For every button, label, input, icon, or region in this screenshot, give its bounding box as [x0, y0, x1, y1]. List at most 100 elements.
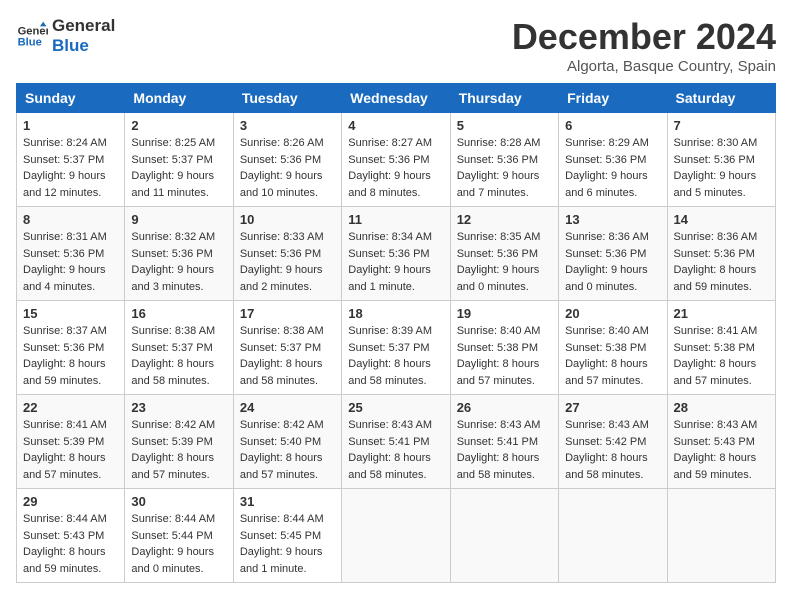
day-info: Sunrise: 8:31 AM Sunset: 5:36 PM Dayligh…: [23, 229, 118, 295]
sunrise-label: Sunrise: 8:36 AM: [674, 231, 758, 243]
sunrise-label: Sunrise: 8:40 AM: [565, 325, 649, 337]
calendar-cell: 3 Sunrise: 8:26 AM Sunset: 5:36 PM Dayli…: [233, 113, 341, 207]
day-info: Sunrise: 8:36 AM Sunset: 5:36 PM Dayligh…: [565, 229, 660, 295]
day-info: Sunrise: 8:25 AM Sunset: 5:37 PM Dayligh…: [131, 135, 226, 201]
calendar-cell: 20 Sunrise: 8:40 AM Sunset: 5:38 PM Dayl…: [559, 301, 667, 395]
daylight-label: Daylight: 9 hours and 8 minutes.: [348, 170, 431, 199]
daylight-label: Daylight: 8 hours and 57 minutes.: [23, 452, 106, 481]
sunset-label: Sunset: 5:43 PM: [674, 436, 755, 448]
calendar-cell: 28 Sunrise: 8:43 AM Sunset: 5:43 PM Dayl…: [667, 395, 775, 489]
col-monday: Monday: [125, 84, 233, 113]
day-number: 30: [131, 494, 226, 509]
sunset-label: Sunset: 5:36 PM: [674, 248, 755, 260]
day-info: Sunrise: 8:34 AM Sunset: 5:36 PM Dayligh…: [348, 229, 443, 295]
calendar-cell: 6 Sunrise: 8:29 AM Sunset: 5:36 PM Dayli…: [559, 113, 667, 207]
calendar-cell: 18 Sunrise: 8:39 AM Sunset: 5:37 PM Dayl…: [342, 301, 450, 395]
calendar-cell: 15 Sunrise: 8:37 AM Sunset: 5:36 PM Dayl…: [17, 301, 125, 395]
calendar-cell: [667, 489, 775, 583]
day-number: 14: [674, 212, 769, 227]
location-title: Algorta, Basque Country, Spain: [512, 58, 776, 75]
day-info: Sunrise: 8:40 AM Sunset: 5:38 PM Dayligh…: [457, 323, 552, 389]
sunset-label: Sunset: 5:36 PM: [240, 154, 321, 166]
sunrise-label: Sunrise: 8:43 AM: [348, 419, 432, 431]
day-number: 12: [457, 212, 552, 227]
sunset-label: Sunset: 5:40 PM: [240, 436, 321, 448]
sunset-label: Sunset: 5:36 PM: [565, 154, 646, 166]
day-number: 15: [23, 306, 118, 321]
sunrise-label: Sunrise: 8:41 AM: [23, 419, 107, 431]
daylight-label: Daylight: 9 hours and 5 minutes.: [674, 170, 757, 199]
day-number: 2: [131, 118, 226, 133]
day-info: Sunrise: 8:24 AM Sunset: 5:37 PM Dayligh…: [23, 135, 118, 201]
daylight-label: Daylight: 9 hours and 0 minutes.: [565, 264, 648, 293]
day-number: 1: [23, 118, 118, 133]
calendar-cell: 2 Sunrise: 8:25 AM Sunset: 5:37 PM Dayli…: [125, 113, 233, 207]
sunset-label: Sunset: 5:41 PM: [348, 436, 429, 448]
day-info: Sunrise: 8:38 AM Sunset: 5:37 PM Dayligh…: [131, 323, 226, 389]
daylight-label: Daylight: 9 hours and 1 minute.: [348, 264, 431, 293]
sunrise-label: Sunrise: 8:43 AM: [457, 419, 541, 431]
svg-text:Blue: Blue: [18, 37, 42, 49]
sunset-label: Sunset: 5:36 PM: [240, 248, 321, 260]
calendar-cell: 19 Sunrise: 8:40 AM Sunset: 5:38 PM Dayl…: [450, 301, 558, 395]
daylight-label: Daylight: 9 hours and 1 minute.: [240, 546, 323, 575]
sunrise-label: Sunrise: 8:28 AM: [457, 137, 541, 149]
sunset-label: Sunset: 5:36 PM: [23, 248, 104, 260]
calendar-cell: 25 Sunrise: 8:43 AM Sunset: 5:41 PM Dayl…: [342, 395, 450, 489]
calendar-cell: 8 Sunrise: 8:31 AM Sunset: 5:36 PM Dayli…: [17, 207, 125, 301]
daylight-label: Daylight: 8 hours and 59 minutes.: [674, 452, 757, 481]
day-number: 16: [131, 306, 226, 321]
sunset-label: Sunset: 5:42 PM: [565, 436, 646, 448]
day-info: Sunrise: 8:36 AM Sunset: 5:36 PM Dayligh…: [674, 229, 769, 295]
day-info: Sunrise: 8:42 AM Sunset: 5:40 PM Dayligh…: [240, 417, 335, 483]
sunrise-label: Sunrise: 8:43 AM: [565, 419, 649, 431]
sunrise-label: Sunrise: 8:32 AM: [131, 231, 215, 243]
day-number: 21: [674, 306, 769, 321]
daylight-label: Daylight: 8 hours and 58 minutes.: [348, 452, 431, 481]
sunrise-label: Sunrise: 8:25 AM: [131, 137, 215, 149]
calendar-cell: 24 Sunrise: 8:42 AM Sunset: 5:40 PM Dayl…: [233, 395, 341, 489]
col-sunday: Sunday: [17, 84, 125, 113]
day-info: Sunrise: 8:26 AM Sunset: 5:36 PM Dayligh…: [240, 135, 335, 201]
calendar-week-3: 15 Sunrise: 8:37 AM Sunset: 5:36 PM Dayl…: [17, 301, 776, 395]
daylight-label: Daylight: 9 hours and 6 minutes.: [565, 170, 648, 199]
logo-line1: General: [52, 16, 115, 36]
day-number: 19: [457, 306, 552, 321]
sunset-label: Sunset: 5:37 PM: [131, 342, 212, 354]
day-info: Sunrise: 8:29 AM Sunset: 5:36 PM Dayligh…: [565, 135, 660, 201]
sunrise-label: Sunrise: 8:43 AM: [674, 419, 758, 431]
day-info: Sunrise: 8:35 AM Sunset: 5:36 PM Dayligh…: [457, 229, 552, 295]
calendar-cell: 4 Sunrise: 8:27 AM Sunset: 5:36 PM Dayli…: [342, 113, 450, 207]
day-number: 10: [240, 212, 335, 227]
sunrise-label: Sunrise: 8:34 AM: [348, 231, 432, 243]
sunrise-label: Sunrise: 8:44 AM: [23, 513, 107, 525]
day-number: 18: [348, 306, 443, 321]
sunset-label: Sunset: 5:36 PM: [348, 248, 429, 260]
col-friday: Friday: [559, 84, 667, 113]
daylight-label: Daylight: 8 hours and 57 minutes.: [131, 452, 214, 481]
logo: General Blue General Blue: [16, 16, 115, 57]
day-number: 9: [131, 212, 226, 227]
day-info: Sunrise: 8:44 AM Sunset: 5:44 PM Dayligh…: [131, 511, 226, 577]
sunset-label: Sunset: 5:36 PM: [23, 342, 104, 354]
sunset-label: Sunset: 5:38 PM: [457, 342, 538, 354]
calendar-cell: [559, 489, 667, 583]
daylight-label: Daylight: 9 hours and 2 minutes.: [240, 264, 323, 293]
day-number: 11: [348, 212, 443, 227]
sunset-label: Sunset: 5:44 PM: [131, 530, 212, 542]
sunrise-label: Sunrise: 8:42 AM: [131, 419, 215, 431]
day-info: Sunrise: 8:44 AM Sunset: 5:45 PM Dayligh…: [240, 511, 335, 577]
daylight-label: Daylight: 8 hours and 59 minutes.: [23, 546, 106, 575]
sunset-label: Sunset: 5:38 PM: [674, 342, 755, 354]
daylight-label: Daylight: 9 hours and 12 minutes.: [23, 170, 106, 199]
daylight-label: Daylight: 9 hours and 10 minutes.: [240, 170, 323, 199]
calendar-cell: [450, 489, 558, 583]
calendar-week-1: 1 Sunrise: 8:24 AM Sunset: 5:37 PM Dayli…: [17, 113, 776, 207]
day-info: Sunrise: 8:43 AM Sunset: 5:43 PM Dayligh…: [674, 417, 769, 483]
calendar-cell: 11 Sunrise: 8:34 AM Sunset: 5:36 PM Dayl…: [342, 207, 450, 301]
col-thursday: Thursday: [450, 84, 558, 113]
calendar-cell: 7 Sunrise: 8:30 AM Sunset: 5:36 PM Dayli…: [667, 113, 775, 207]
day-number: 27: [565, 400, 660, 415]
calendar-table: Sunday Monday Tuesday Wednesday Thursday…: [16, 83, 776, 583]
sunset-label: Sunset: 5:38 PM: [565, 342, 646, 354]
